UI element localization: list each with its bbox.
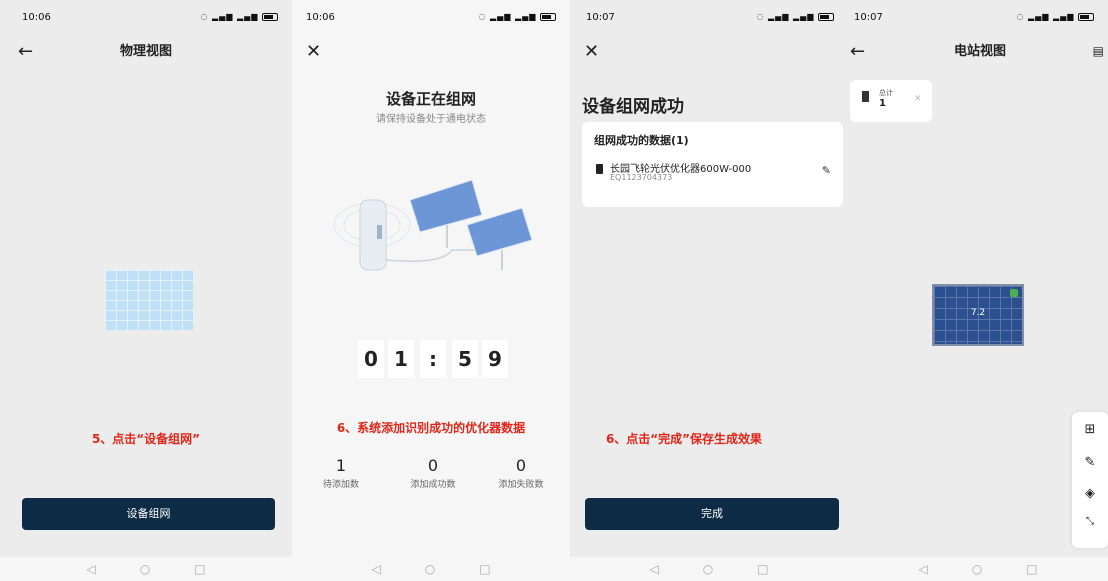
page-title: 物理视图 xyxy=(119,44,172,59)
close-icon[interactable]: ✕ xyxy=(306,40,321,64)
countdown-timer: 0 1 : 5 9 xyxy=(358,340,508,378)
stat-success: 0 添加成功数 xyxy=(388,456,478,490)
device-serial: EQ1123704373 xyxy=(610,173,673,182)
phone-screen-physical-view: 10:06 ◌ ▂▄▆ ▂▄▆ ← 物理视图 5、点击“设备组网” 设备组网 ◁… xyxy=(0,0,292,581)
done-button[interactable]: 完成 xyxy=(585,498,839,530)
add-image-icon[interactable]: ⊞ xyxy=(1072,422,1108,437)
solar-panel-tile[interactable] xyxy=(105,270,193,330)
nav-back-icon[interactable]: ◁ xyxy=(86,557,95,581)
signal-icons: ◌ ▂▄▆ ▂▄▆ xyxy=(756,12,834,21)
signal-icons: ◌ ▂▄▆ ▂▄▆ xyxy=(478,12,556,21)
networking-title: 设备正在组网 xyxy=(385,90,476,108)
success-title: 设备组网成功 xyxy=(582,97,684,117)
instruction-note: 5、点击“设备组网” xyxy=(91,432,201,446)
stat-pending: 1 待添加数 xyxy=(296,456,386,490)
nav-recent-icon[interactable]: □ xyxy=(479,557,490,581)
solar-panel-tile[interactable]: 7.2 xyxy=(932,284,1024,346)
status-time: 10:06 xyxy=(22,12,51,23)
battery-icon xyxy=(540,12,556,21)
nav-back-icon[interactable]: ◁ xyxy=(918,557,927,581)
phone-screen-networking-success: 10:07 ◌ ▂▄▆ ▂▄▆ ✕ 设备组网成功 组网成功的数据(1) 长园飞轮… xyxy=(570,0,848,581)
header: ✕ xyxy=(570,40,848,64)
status-time: 10:07 xyxy=(586,12,615,23)
timer-digit: 5 xyxy=(452,340,478,378)
pencil-icon[interactable]: ✎ xyxy=(822,164,831,177)
timer-digit: 0 xyxy=(358,340,384,378)
phone-screen-plant-view: 10:07 ◌ ▂▄▆ ▂▄▆ ← 电站视图 ▤ 总计 1 ✕ 7.2 ⊞ ✎ … xyxy=(848,0,1108,581)
signal-icons: ◌ ▂▄▆ ▂▄▆ xyxy=(1016,12,1094,21)
pencil-icon[interactable]: ✎ xyxy=(1072,455,1108,470)
collapse-icon[interactable]: ⤡ xyxy=(1072,516,1108,527)
stat-value: 0 xyxy=(427,456,439,475)
phone-screen-networking: 10:06 ◌ ▂▄▆ ▂▄▆ ✕ 设备正在组网 请保持设备处于通电状态 0 1… xyxy=(292,0,570,581)
system-nav-bar: ◁ ○ □ xyxy=(570,557,848,581)
nav-back-icon[interactable]: ◁ xyxy=(371,557,380,581)
network-devices-button[interactable]: 设备组网 xyxy=(22,498,275,530)
total-chip[interactable]: 总计 1 ✕ xyxy=(850,80,932,122)
nav-back-icon[interactable]: ◁ xyxy=(649,557,658,581)
system-nav-bar: ◁ ○ □ xyxy=(848,557,1108,581)
signal-icons: ◌ ▂▄▆ ▂▄▆ xyxy=(200,12,278,21)
instruction-note: 6、系统添加识别成功的优化器数据 xyxy=(336,421,526,435)
card-header: 组网成功的数据(1) xyxy=(594,134,689,147)
menu-icon[interactable]: ▤ xyxy=(1093,44,1104,58)
status-bar: 10:06 ◌ ▂▄▆ ▂▄▆ xyxy=(292,12,570,26)
status-indicator-icon xyxy=(1010,289,1018,297)
stat-value: 0 xyxy=(515,456,527,475)
stat-value: 1 xyxy=(335,456,347,475)
solar-illustration-icon xyxy=(333,179,533,271)
status-time: 10:06 xyxy=(306,12,335,23)
battery-icon xyxy=(262,12,278,21)
system-nav-bar: ◁ ○ □ xyxy=(0,557,292,581)
close-icon[interactable]: ✕ xyxy=(584,40,599,64)
nav-recent-icon[interactable]: □ xyxy=(1026,557,1037,581)
stat-label: 添加失败数 xyxy=(498,480,544,490)
timer-digit: 1 xyxy=(388,340,414,378)
nav-home-icon[interactable]: ○ xyxy=(972,557,982,581)
total-value: 1 xyxy=(879,98,886,109)
stat-label: 添加成功数 xyxy=(410,480,456,490)
nav-recent-icon[interactable]: □ xyxy=(194,557,205,581)
instruction-note: 6、点击“完成”保存生成效果 xyxy=(605,432,763,446)
page-title: 电站视图 xyxy=(953,44,1006,59)
close-icon[interactable]: ✕ xyxy=(914,94,922,104)
nav-recent-icon[interactable]: □ xyxy=(757,557,768,581)
battery-icon xyxy=(1078,12,1094,21)
total-label: 总计 xyxy=(879,89,893,97)
panel-value: 7.2 xyxy=(970,308,986,318)
stat-label: 待添加数 xyxy=(322,480,359,490)
system-nav-bar: ◁ ○ □ xyxy=(292,557,570,581)
success-data-card: 组网成功的数据(1) 长园飞轮光伏优化器600W-000 EQ112370437… xyxy=(582,122,843,207)
status-bar: 10:07 ◌ ▂▄▆ ▂▄▆ xyxy=(848,12,1108,26)
nav-home-icon[interactable]: ○ xyxy=(140,557,150,581)
status-bar: 10:07 ◌ ▂▄▆ ▂▄▆ xyxy=(570,12,848,26)
tool-bar: ⊞ ✎ ◈ ⤡ xyxy=(1072,412,1108,548)
status-bar: 10:06 ◌ ▂▄▆ ▂▄▆ xyxy=(0,12,292,26)
header: ✕ xyxy=(292,40,570,64)
timer-separator: : xyxy=(420,340,446,378)
optimizer-icon xyxy=(862,91,869,102)
status-time: 10:07 xyxy=(854,12,883,23)
battery-icon xyxy=(818,12,834,21)
networking-subtitle: 请保持设备处于通电状态 xyxy=(376,114,486,125)
timer-digit: 9 xyxy=(482,340,508,378)
optimizer-icon xyxy=(596,164,603,174)
stat-failed: 0 添加失败数 xyxy=(476,456,566,490)
layers-icon[interactable]: ◈ xyxy=(1072,486,1108,501)
nav-home-icon[interactable]: ○ xyxy=(425,557,435,581)
header: ← 电站视图 ▤ xyxy=(848,40,1108,64)
nav-home-icon[interactable]: ○ xyxy=(703,557,713,581)
header: ← 物理视图 xyxy=(0,40,292,64)
